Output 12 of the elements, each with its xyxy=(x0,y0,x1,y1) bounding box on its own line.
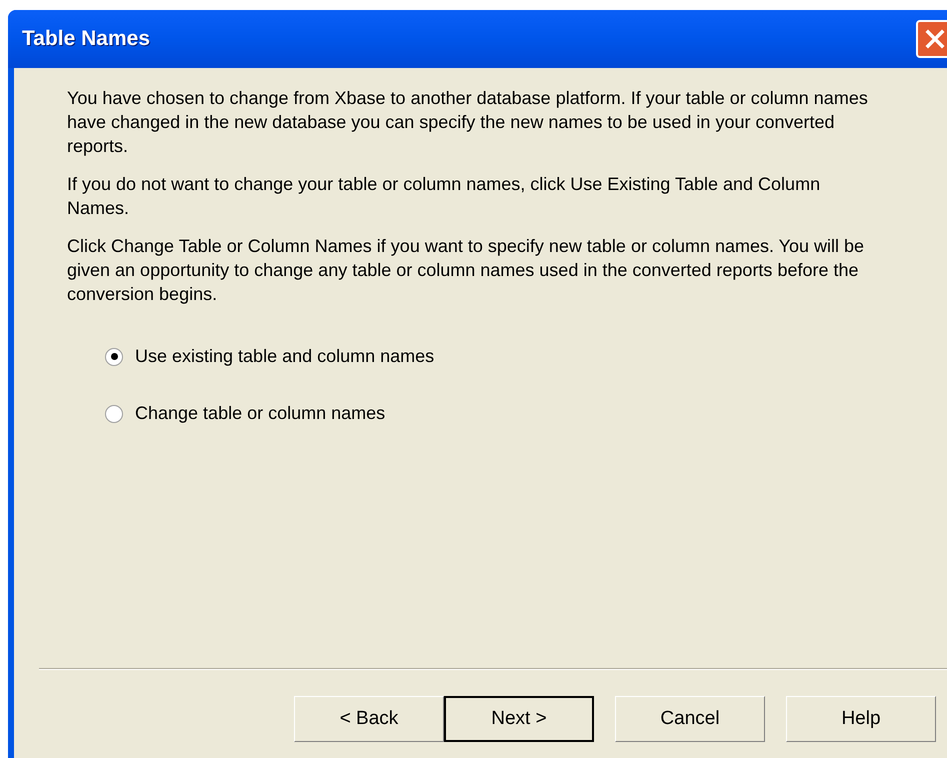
instruction-text: If you do not want to change your table or column names, click Use Existing Table and Column Names. xyxy=(67,173,822,220)
dialog-button[interactable]: Help xyxy=(786,696,936,742)
close-icon xyxy=(924,28,946,50)
radio-option[interactable]: Change table or column names xyxy=(105,403,947,424)
dialog-button[interactable]: Cancel xyxy=(615,696,765,742)
close-button[interactable] xyxy=(916,20,947,58)
instruction-text: You have chosen to change from Xbase to another database platform. If your table or column names have changed in the new database you can specify the new names to be used in your converted reports. xyxy=(67,87,869,158)
instruction-text: Click Change Table or Column Names if you want to specify new table or column names. You will be given an opportunity to change any table or column names used in the converted reports before the conversion begins. xyxy=(67,235,866,306)
window-title: Table Names xyxy=(22,27,151,51)
radio-option[interactable]: Use existing table and column names xyxy=(105,346,947,367)
dialog-button[interactable]: < Back xyxy=(294,696,444,742)
dialog-button[interactable]: Next > xyxy=(444,696,594,742)
